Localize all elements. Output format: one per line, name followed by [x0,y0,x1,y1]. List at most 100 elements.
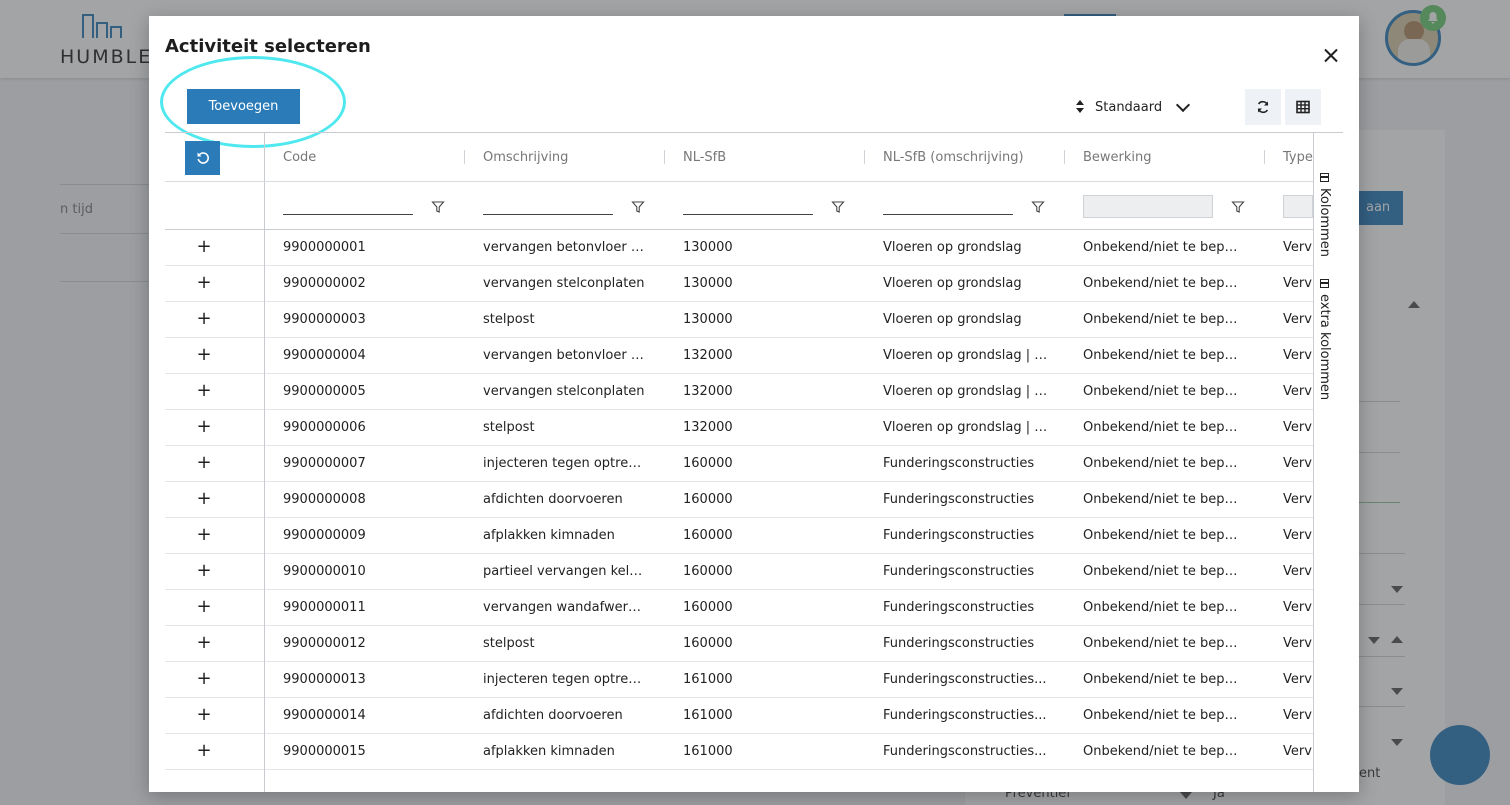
cell-omschrijving: injecteren tegen optrek... [483,672,648,687]
cell-omschrijving: vervangen stelconplaten [483,276,645,291]
column-header-code[interactable]: Code [283,150,316,165]
table-row[interactable]: +9900000003 stelpost 130000 Vloeren op gron… [165,302,1313,338]
extra-columns-panel-toggle[interactable]: extra kolommen [1317,279,1332,400]
plus-icon[interactable]: + [196,237,212,257]
column-header-nl-sfb[interactable]: NL-SfB [683,150,726,165]
plus-icon[interactable]: + [196,309,212,329]
sort-dropdown[interactable]: Standaard [1075,96,1215,118]
filter-select-type[interactable] [1283,195,1313,218]
cell-nl-sfb: 130000 [683,276,733,291]
grid-filter-row [165,182,1313,230]
plus-icon[interactable]: + [196,453,212,473]
column-header-type[interactable]: Type [1283,150,1313,165]
table-row[interactable]: +9900000007 injecteren tegen optrek... 160… [165,446,1313,482]
cell-nl-sfb: 160000 [683,456,733,471]
filter-select-bewerking[interactable] [1083,195,1213,218]
cell-type: Verv [1283,636,1312,651]
filter-input-omschrijving[interactable] [483,197,613,215]
cell-nl-sfb: 132000 [683,348,733,363]
row-divider [264,662,265,698]
column-separator[interactable] [1064,150,1065,164]
plus-icon[interactable]: + [196,705,212,725]
cell-code: 9900000012 [283,636,366,651]
table-row[interactable]: +9900000008 afdichten doorvoeren 160000 Fun… [165,482,1313,518]
cell-code: 9900000003 [283,312,366,327]
filter-input-nl-sfb[interactable] [683,197,813,215]
column-separator[interactable] [664,150,665,164]
extra-columns-panel-label: extra kolommen [1317,294,1332,401]
cell-type: Verv [1283,564,1312,579]
cell-nl-sfb-omschrijving: Funderingsconstructies [883,636,1035,651]
table-row[interactable]: +9900000006 stelpost 132000 Vloeren op gron… [165,410,1313,446]
plus-icon[interactable]: + [196,669,212,689]
row-divider [264,230,265,266]
table-row[interactable]: +9900000013 injecteren tegen optrek... 161… [165,662,1313,698]
modal-title: Activiteit selecteren [165,36,371,57]
table-row[interactable]: +9900000001 vervangen betonvloer o... 1300… [165,230,1313,266]
column-separator[interactable] [864,150,865,164]
table-row[interactable]: +9900000012 stelpost 160000 Funderingsconst… [165,626,1313,662]
plus-icon[interactable]: + [196,345,212,365]
table-row[interactable]: +9900000002 vervangen stelconplaten 130000… [165,266,1313,302]
cell-nl-sfb: 132000 [683,384,733,399]
cell-nl-sfb: 160000 [683,564,733,579]
filter-input-code[interactable] [283,197,413,215]
sort-icon [1075,99,1085,115]
table-row[interactable]: +9900000014 afdichten doorvoeren 161000 Fun… [165,698,1313,734]
table-row[interactable]: +9900000005 vervangen stelconplaten 132000… [165,374,1313,410]
cell-nl-sfb-omschrijving: Vloeren op grondslag [883,312,1022,327]
plus-icon[interactable]: + [196,417,212,437]
cell-nl-sfb-omschrijving: Funderingsconstructies [883,564,1035,579]
cell-nl-sfb-omschrijving: Funderingsconstructies [883,528,1035,543]
plus-icon[interactable]: + [196,489,212,509]
cell-code: 9900000015 [283,744,366,759]
plus-icon[interactable]: + [196,633,212,653]
column-separator[interactable] [1264,150,1265,164]
columns-panel-toggle[interactable]: Kolommen [1317,173,1332,257]
reset-button[interactable] [185,141,220,175]
filter-icon[interactable] [1231,200,1245,214]
plus-icon[interactable]: + [196,381,212,401]
cell-nl-sfb-omschrijving: Funderingsconstructies... [883,744,1047,759]
plus-icon[interactable]: + [196,273,212,293]
filter-icon[interactable] [831,200,845,214]
grid-view-button[interactable] [1285,89,1321,125]
add-button[interactable]: Toevoegen [187,89,300,124]
table-row[interactable]: +9900000004 vervangen betonvloer o... 1320… [165,338,1313,374]
row-divider [264,374,265,410]
column-header-omschrijving[interactable]: Omschrijving [483,150,568,165]
cell-code: 9900000011 [283,600,366,615]
table-row[interactable]: +9900000015 afplakken kimnaden 161000 Funde… [165,734,1313,770]
cell-nl-sfb: 160000 [683,636,733,651]
filter-icon[interactable] [631,200,645,214]
cell-code: 9900000001 [283,240,366,255]
cell-omschrijving: partieel vervangen keld... [483,564,648,579]
cell-nl-sfb-omschrijving: Vloeren op grondslag [883,276,1022,291]
cell-omschrijving: stelpost [483,636,535,651]
cell-type: Verv [1283,672,1312,687]
table-row[interactable]: +9900000011 vervangen wandafwerki... 16000… [165,590,1313,626]
cell-type: Verv [1283,420,1312,435]
cell-bewerking: Onbekend/niet te bepal... [1083,456,1245,471]
cell-code: 9900000007 [283,456,366,471]
plus-icon[interactable]: + [196,741,212,761]
plus-icon[interactable]: + [196,561,212,581]
cell-nl-sfb: 160000 [683,528,733,543]
filter-icon[interactable] [1031,200,1045,214]
column-header-nl-sfb-omschrijving[interactable]: NL-SfB (omschrijving) [883,150,1024,165]
cell-nl-sfb-omschrijving: Funderingsconstructies [883,600,1035,615]
column-separator[interactable] [464,150,465,164]
table-row[interactable]: +9900000009 afplakken kimnaden 160000 Funde… [165,518,1313,554]
plus-icon[interactable]: + [196,597,212,617]
cell-nl-sfb-omschrijving: Vloeren op grondslag [883,240,1022,255]
row-divider [264,518,265,554]
filter-icon[interactable] [431,200,445,214]
refresh-button[interactable] [1245,89,1281,125]
row-divider [264,698,265,734]
close-icon[interactable] [1319,44,1343,68]
table-row[interactable]: +9900000010 partieel vervangen keld... 160… [165,554,1313,590]
cell-code: 9900000014 [283,708,366,723]
column-header-bewerking[interactable]: Bewerking [1083,150,1152,165]
plus-icon[interactable]: + [196,525,212,545]
filter-input-nl-sfb-omschrijving[interactable] [883,197,1013,215]
